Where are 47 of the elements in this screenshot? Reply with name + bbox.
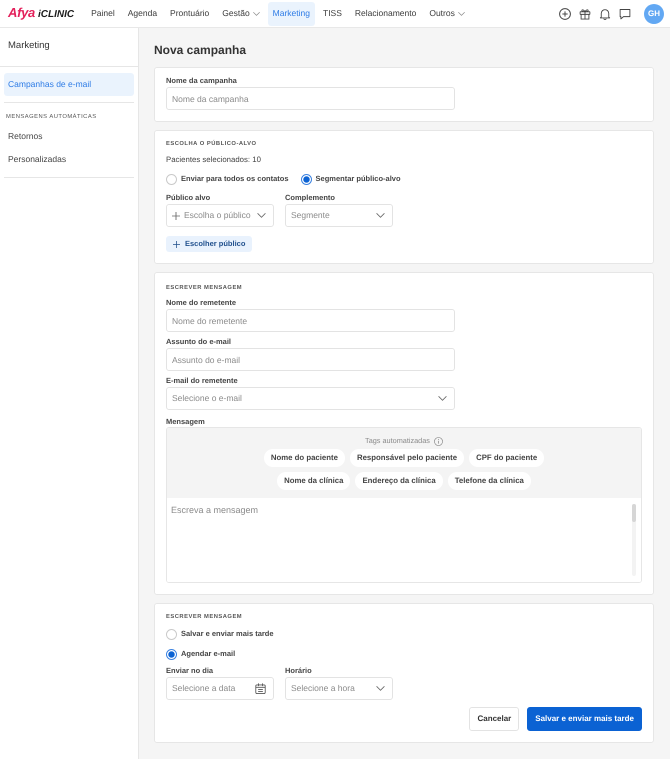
gift-icon[interactable] (579, 8, 591, 20)
sidebar-title: Marketing (0, 28, 138, 67)
radio-button[interactable] (166, 174, 177, 184)
chevron-down-icon (376, 213, 385, 218)
page-title: Nova campanha (154, 42, 248, 58)
select-input[interactable]: Segmente (291, 209, 372, 222)
scrollbar-thumb[interactable] (632, 504, 636, 522)
add-icon[interactable] (559, 8, 571, 20)
nav-tab[interactable]: Agenda (122, 2, 162, 26)
chevron-down-icon (376, 686, 385, 691)
calendar-icon (255, 683, 266, 694)
text-field[interactable]: Nome da campanha (166, 87, 455, 110)
sidebar-item[interactable]: Campanhas de e-mail (4, 73, 134, 96)
cancel-button[interactable]: Cancelar (469, 707, 520, 731)
nav-tab[interactable]: Outros (424, 2, 470, 26)
select-input[interactable]: Selecione a hora (291, 682, 372, 695)
nav-tab[interactable]: Painel (86, 2, 120, 26)
nav-tab[interactable]: Relacionamento (350, 2, 422, 26)
sidebar-item[interactable]: Personalizadas (4, 148, 134, 171)
select-input[interactable]: Escolha o público (184, 209, 253, 222)
plus-icon (172, 212, 180, 220)
info-icon[interactable] (434, 436, 443, 446)
text-field[interactable]: Nome do remetente (166, 309, 455, 332)
select-field[interactable]: Segmente (285, 204, 393, 227)
chat-icon[interactable] (619, 8, 631, 20)
date-field[interactable]: Selecione a data (166, 677, 274, 700)
logo-brand: Afya (8, 6, 35, 20)
logo-product: iCLINIC (38, 9, 74, 21)
sidebar-item[interactable]: Retornos (4, 125, 134, 148)
nav-tab[interactable]: Gestão (217, 2, 265, 26)
select-field[interactable]: Selecione o e-mail (166, 387, 455, 410)
bell-icon[interactable] (599, 8, 611, 20)
select-field[interactable]: Escolha o público (166, 204, 274, 227)
chevron-down-icon (438, 396, 447, 401)
radio-button[interactable] (166, 628, 177, 640)
select-field[interactable]: Selecione a hora (285, 677, 393, 700)
nav-tab[interactable]: Marketing (268, 2, 315, 26)
chevron-down-icon (257, 213, 266, 218)
nav-tab[interactable]: Prontuário (165, 2, 214, 26)
nav-tab[interactable]: TISS (318, 2, 347, 26)
text-field[interactable]: Assunto do e-mail (166, 348, 455, 371)
date-input[interactable]: Selecione a data (172, 682, 251, 695)
plus-icon (173, 240, 180, 248)
save-button[interactable]: Salvar e enviar mais tarde (527, 707, 642, 731)
radio-button[interactable] (166, 648, 177, 660)
radio-button[interactable] (300, 174, 312, 184)
select-input[interactable]: Selecione o e-mail (172, 392, 434, 405)
